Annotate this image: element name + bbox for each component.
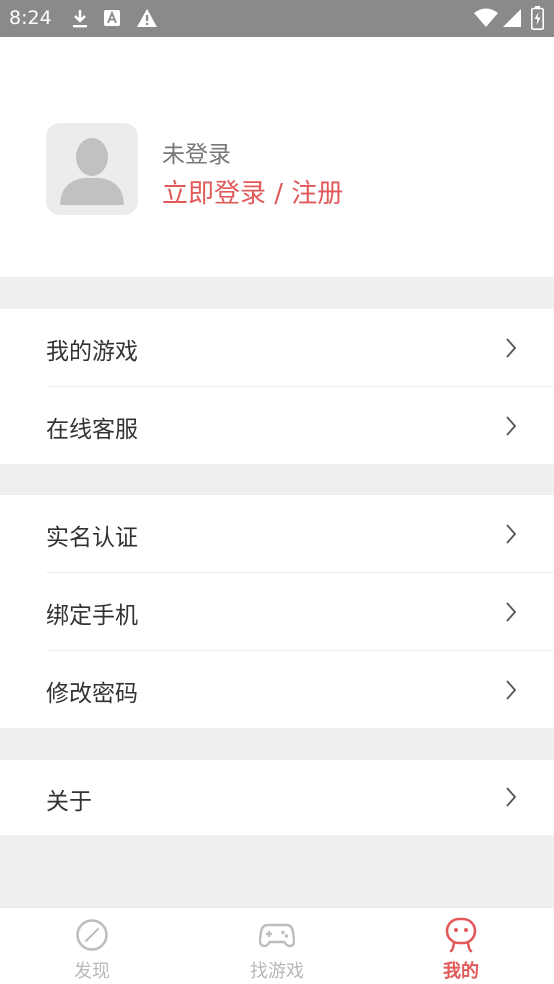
tab-discover[interactable]: 发现 bbox=[0, 908, 184, 984]
menu-item-online-service[interactable]: 在线客服 bbox=[0, 387, 554, 465]
gamepad-icon bbox=[258, 920, 296, 954]
signal-icon bbox=[502, 8, 522, 32]
tab-find-games[interactable]: 找游戏 bbox=[185, 908, 369, 984]
menu-group-games: 我的游戏 在线客服 bbox=[0, 309, 554, 464]
person-face-icon bbox=[444, 917, 478, 957]
menu-item-label: 实名认证 bbox=[46, 525, 138, 551]
login-register-link[interactable]: 立即登录 / 注册 bbox=[162, 173, 343, 210]
login-status: 未登录 bbox=[162, 142, 231, 168]
compass-icon bbox=[75, 918, 109, 956]
menu-item-my-games[interactable]: 我的游戏 bbox=[0, 309, 554, 387]
chevron-right-icon bbox=[504, 786, 518, 812]
menu-item-label: 绑定手机 bbox=[46, 603, 138, 629]
tab-label: 发现 bbox=[74, 961, 110, 982]
profile-header[interactable]: 未登录 立即登录 / 注册 bbox=[0, 37, 554, 277]
menu-group-account: 实名认证 绑定手机 修改密码 bbox=[0, 495, 554, 728]
menu-item-real-name-auth[interactable]: 实名认证 bbox=[0, 495, 554, 573]
menu-group-about: 关于 bbox=[0, 760, 554, 835]
app-a-icon bbox=[103, 8, 121, 32]
chevron-right-icon bbox=[504, 523, 518, 549]
battery-charging-icon bbox=[531, 6, 544, 34]
menu-item-label: 关于 bbox=[46, 789, 92, 815]
bottom-tab-bar: 发现 找游戏 我的 bbox=[0, 907, 554, 984]
tab-mine[interactable]: 我的 bbox=[369, 908, 553, 984]
menu-item-about[interactable]: 关于 bbox=[0, 760, 554, 835]
menu-item-bind-phone[interactable]: 绑定手机 bbox=[0, 573, 554, 651]
chevron-right-icon bbox=[504, 415, 518, 441]
tab-label: 我的 bbox=[443, 961, 479, 982]
tab-label: 找游戏 bbox=[250, 961, 304, 982]
menu-item-change-password[interactable]: 修改密码 bbox=[0, 651, 554, 729]
chevron-right-icon bbox=[504, 601, 518, 627]
download-icon bbox=[70, 8, 90, 34]
status-bar: 8:24 bbox=[0, 0, 554, 37]
menu-item-label: 在线客服 bbox=[46, 417, 138, 443]
menu-item-label: 修改密码 bbox=[46, 681, 138, 707]
wifi-icon bbox=[474, 8, 498, 32]
default-avatar-icon[interactable] bbox=[46, 123, 138, 215]
chevron-right-icon bbox=[504, 337, 518, 363]
status-time: 8:24 bbox=[9, 7, 52, 29]
chevron-right-icon bbox=[504, 679, 518, 705]
warning-icon bbox=[136, 8, 158, 32]
menu-item-label: 我的游戏 bbox=[46, 339, 138, 365]
